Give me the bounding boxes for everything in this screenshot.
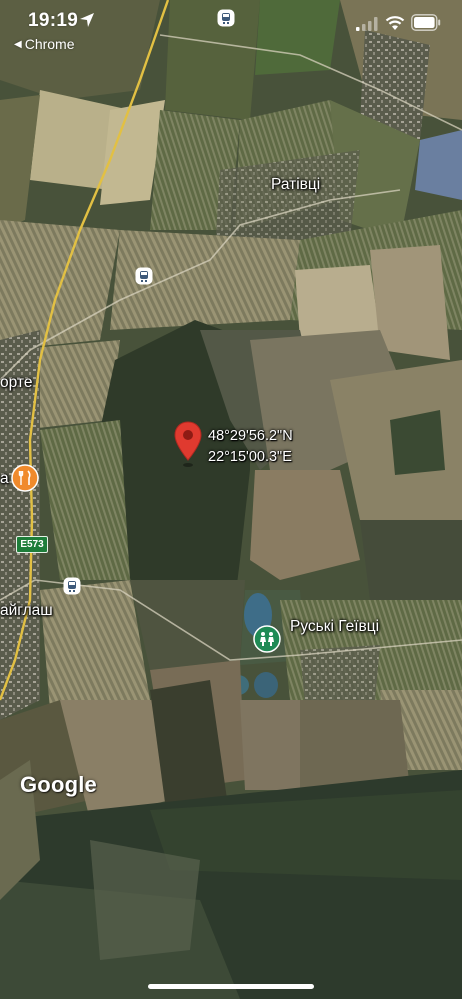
place-label-porte[interactable]: орте (0, 374, 32, 392)
train-station-icon[interactable] (63, 577, 81, 595)
park-icon[interactable] (253, 625, 281, 653)
train-station-icon[interactable] (135, 267, 153, 285)
pin-latitude: 48°29'56.2"N (208, 428, 293, 444)
pin-coordinates: 48°29'56.2"N 22°15'00.3"E (208, 426, 293, 468)
cellular-signal-icon (356, 17, 378, 31)
place-label-cut[interactable]: а (0, 470, 9, 488)
place-label-ruski-heivtsi[interactable]: Руські Геївці (290, 618, 379, 636)
road-badge-e573: E573 (16, 536, 48, 553)
back-to-app-button[interactable]: ◀ Chrome (14, 36, 75, 52)
home-indicator[interactable] (148, 984, 314, 989)
map-pin-icon[interactable] (172, 420, 204, 468)
pin-longitude: 22°15'00.3"E (208, 449, 292, 465)
status-time: 19:19 (28, 10, 79, 31)
back-app-label: Chrome (24, 36, 75, 52)
wifi-icon (385, 16, 405, 30)
location-arrow-icon (80, 13, 94, 27)
restaurant-icon[interactable] (11, 464, 39, 492)
satellite-map[interactable] (0, 0, 462, 999)
place-label-ratovtsi[interactable]: Ратівці (271, 176, 320, 194)
google-logo: Google (20, 772, 97, 797)
train-station-icon[interactable] (217, 9, 235, 27)
place-label-vyhlash[interactable]: айглаш (0, 602, 53, 620)
battery-icon (411, 14, 441, 31)
back-arrow-icon: ◀ (14, 38, 22, 50)
